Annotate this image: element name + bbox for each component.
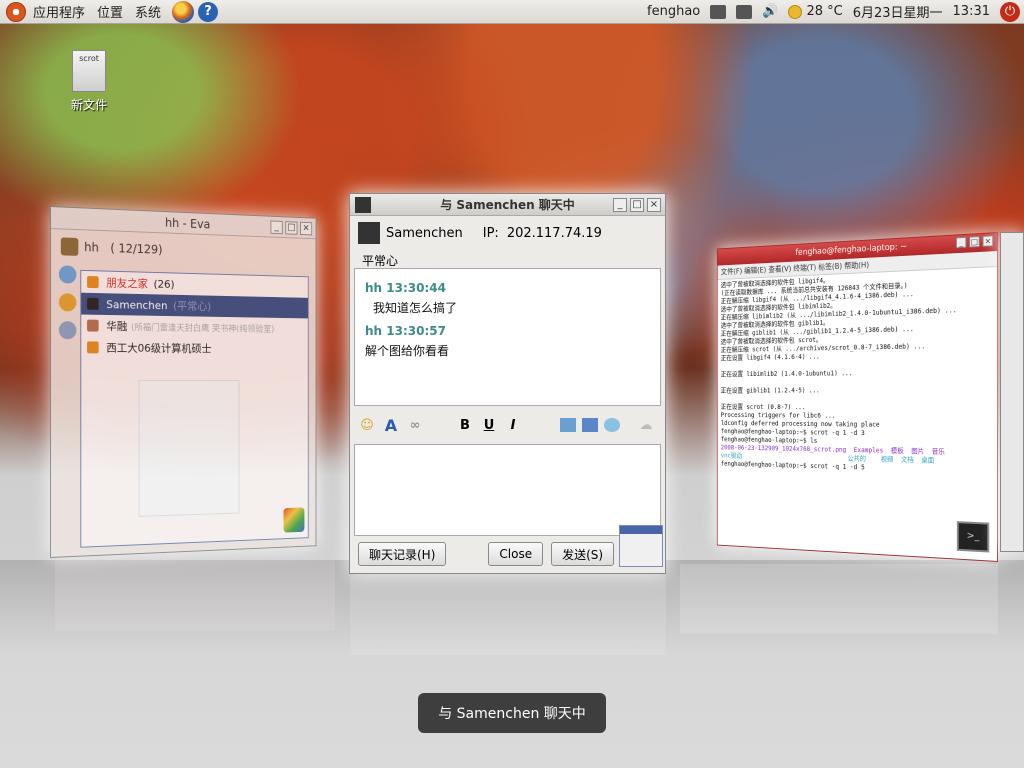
list-item-extra: (26) bbox=[153, 277, 175, 291]
italic-icon[interactable]: I bbox=[504, 416, 522, 434]
date-label[interactable]: 6月23日星期一 bbox=[853, 2, 943, 21]
app-logo-icon bbox=[283, 507, 305, 533]
message-text: 解个图给你看看 bbox=[365, 344, 450, 358]
minimize-button[interactable]: _ bbox=[613, 198, 627, 212]
list-item-name: Samenchen bbox=[106, 297, 168, 312]
help-icon[interactable]: ? bbox=[198, 1, 219, 22]
close-button[interactable]: × bbox=[982, 235, 994, 247]
list-item-extra: (平常心) bbox=[173, 299, 212, 313]
window-thumbnail bbox=[138, 380, 240, 517]
avatar[interactable] bbox=[60, 237, 79, 256]
minimize-button[interactable]: _ bbox=[270, 220, 283, 235]
chat-window-titlebar[interactable]: 与 Samenchen 聊天中 _ □ × bbox=[350, 194, 665, 216]
cloud-icon[interactable]: ☁ bbox=[637, 416, 655, 434]
send-button[interactable]: 发送(S) bbox=[551, 542, 615, 566]
chat-history[interactable]: hh 13:30:44 我知道怎么搞了 hh 13:30:57 解个图给你看看 bbox=[354, 268, 661, 406]
buddy-window-reflection bbox=[55, 560, 335, 630]
contact-name: Samenchen bbox=[386, 225, 463, 241]
list-item[interactable]: 华融 (所福门雷逢天封白鹰 哭书神(纯领验室) bbox=[81, 315, 308, 339]
message-input[interactable] bbox=[354, 444, 661, 536]
window-switcher-label: 与 Samenchen 聊天中 bbox=[418, 693, 606, 733]
chat-contact-header: Samenchen IP: 202.117.74.19 bbox=[350, 216, 665, 250]
close-button[interactable]: × bbox=[647, 198, 661, 212]
buddy-window-title: hh - Eva bbox=[165, 215, 211, 231]
top-panel: 应用程序 位置 系统 ? fenghao 🔊 28 °C 6月23日星期一 13… bbox=[0, 0, 1024, 24]
group-icon bbox=[87, 341, 99, 354]
maximize-button[interactable]: □ bbox=[630, 198, 644, 212]
temperature-label[interactable]: 28 °C bbox=[806, 4, 842, 19]
list-item-name: 西工大06级计算机硕士 bbox=[106, 341, 212, 356]
chat-window-reflection bbox=[350, 575, 666, 655]
power-icon[interactable]: ⏻ bbox=[1000, 1, 1020, 22]
emoticon-icon[interactable]: ☺ bbox=[358, 416, 376, 434]
buddy-avatar-icon bbox=[87, 297, 99, 310]
menu-system[interactable]: 系统 bbox=[132, 2, 170, 21]
format-toolbar: ☺ A ∞ B U I ☁ bbox=[354, 410, 661, 440]
firefox-launcher-icon[interactable] bbox=[172, 0, 195, 23]
font-icon[interactable]: A bbox=[382, 416, 400, 435]
buddy-list-window[interactable]: hh - Eva _ □ × hh ( 12/129) 朋友之家 (26) Sa… bbox=[50, 206, 317, 558]
terminal-app-icon: >_ bbox=[956, 521, 990, 553]
ubuntu-logo-icon[interactable] bbox=[6, 1, 26, 22]
ip-label: IP: bbox=[482, 225, 499, 241]
close-chat-button[interactable]: Close bbox=[488, 542, 544, 566]
image-icon[interactable] bbox=[560, 418, 576, 432]
volume-icon[interactable]: 🔊 bbox=[762, 4, 778, 19]
chat-button-row: 聊天记录(H) Close 发送(S) bbox=[354, 542, 661, 566]
list-item-name: 华融 bbox=[106, 319, 128, 333]
maximize-button[interactable]: □ bbox=[285, 221, 298, 235]
terminal-line: 正在设置 giblib1 (1.2.4-5) ... bbox=[720, 386, 820, 395]
terminal-title: fenghao@fenghao-laptop: ~ bbox=[795, 242, 907, 258]
partial-window[interactable] bbox=[1000, 232, 1024, 552]
close-button[interactable]: × bbox=[300, 221, 313, 236]
group-icon bbox=[87, 275, 99, 289]
keyboard-icon[interactable] bbox=[710, 4, 727, 19]
buddy-sidebar bbox=[58, 265, 82, 340]
underline-icon[interactable]: U bbox=[480, 416, 498, 434]
nickname: hh bbox=[84, 240, 99, 255]
message-timestamp: hh 13:30:44 bbox=[365, 281, 446, 295]
desktop-file-label: 新文件 bbox=[70, 98, 107, 112]
buddy-avatar-icon bbox=[87, 319, 99, 332]
buddy-list[interactable]: 朋友之家 (26) Samenchen (平常心) 华融 (所福门雷逢天封白鹰 … bbox=[80, 269, 309, 548]
online-count: ( 12/129) bbox=[110, 241, 163, 257]
terminal-output[interactable]: 选中了曾被取消选择的软件包 libgif4。 (正在读取数据库 ... 系统当前总… bbox=[718, 267, 997, 537]
groups-icon[interactable] bbox=[58, 293, 77, 312]
message-timestamp: hh 13:30:57 bbox=[365, 324, 446, 338]
window-thumbnail bbox=[619, 525, 663, 567]
file-thumbnail: scrot bbox=[72, 50, 106, 92]
terminal-window-reflection bbox=[680, 564, 998, 634]
link-icon[interactable]: ∞ bbox=[406, 416, 424, 434]
recent-chat-icon[interactable] bbox=[58, 321, 77, 340]
list-item[interactable]: 西工大06级计算机硕士 bbox=[81, 336, 308, 359]
list-item-name: 朋友之家 bbox=[106, 276, 148, 291]
username-label[interactable]: fenghao bbox=[647, 4, 700, 19]
desktop-file-icon[interactable]: scrot 新文件 bbox=[62, 50, 116, 113]
chat-app-icon bbox=[355, 197, 371, 213]
maximize-button[interactable]: □ bbox=[969, 236, 980, 248]
contacts-icon[interactable] bbox=[58, 265, 77, 284]
bold-icon[interactable]: B bbox=[456, 416, 474, 434]
message-text: 我知道怎么搞了 bbox=[373, 301, 458, 315]
network-icon[interactable] bbox=[736, 4, 753, 19]
terminal-window[interactable]: fenghao@fenghao-laptop: ~ _ □ × 文件(F) 编辑… bbox=[716, 232, 998, 562]
chat-window[interactable]: 与 Samenchen 聊天中 _ □ × Samenchen IP: 202.… bbox=[349, 193, 666, 574]
screenshot-icon[interactable] bbox=[582, 418, 598, 432]
avatar[interactable] bbox=[358, 222, 380, 244]
list-item-extra: (所福门雷逢天封白鹰 哭书神(纯领验室) bbox=[131, 322, 275, 335]
weather-icon[interactable] bbox=[788, 4, 803, 19]
chat-bubble-icon[interactable] bbox=[604, 418, 620, 432]
ip-address: 202.117.74.19 bbox=[506, 225, 602, 241]
clock-label[interactable]: 13:31 bbox=[953, 4, 990, 19]
chat-history-button[interactable]: 聊天记录(H) bbox=[358, 542, 447, 566]
menu-places[interactable]: 位置 bbox=[94, 2, 132, 21]
minimize-button[interactable]: _ bbox=[955, 236, 967, 249]
chat-window-title: 与 Samenchen 聊天中 bbox=[440, 198, 575, 212]
menu-applications[interactable]: 应用程序 bbox=[30, 2, 94, 21]
